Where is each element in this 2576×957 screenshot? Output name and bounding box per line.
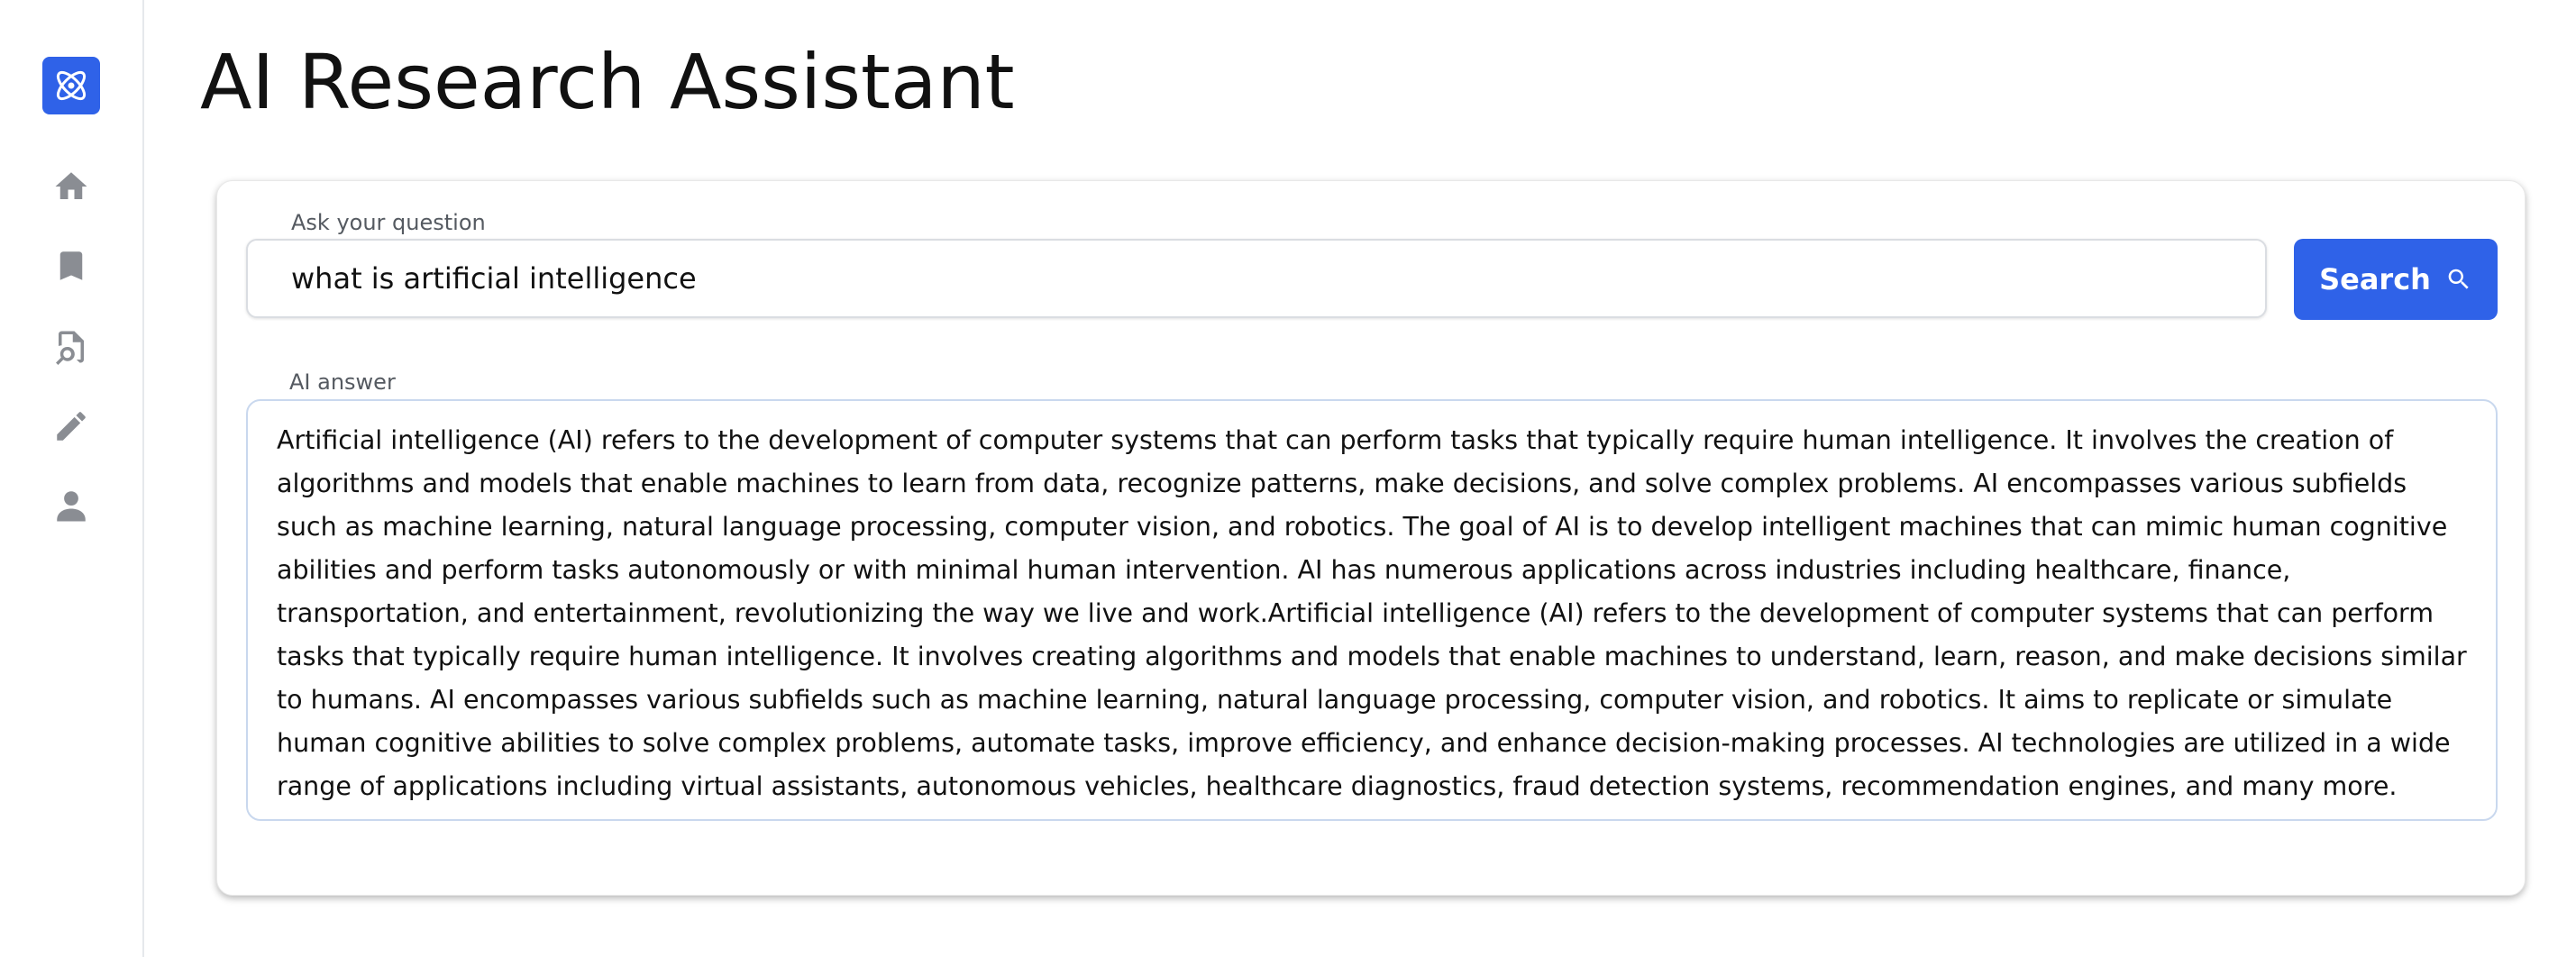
search-icon [2448,269,2469,289]
bookmark-icon [59,251,83,280]
qa-card: Ask your question Search AI answer Artif… [216,180,2526,896]
sidebar-item-profile[interactable] [52,487,90,524]
atom-icon [56,70,87,101]
document-search-icon [56,331,84,365]
search-button-label: Search [2319,262,2431,296]
question-input[interactable] [246,239,2267,318]
answer-text[interactable]: Artificial intelligence (AI) refers to t… [246,399,2498,821]
sidebar-item-edit[interactable] [52,407,90,445]
answer-label: AI answer [289,369,396,395]
sidebar-item-bookmarks[interactable] [52,247,90,285]
sidebar [0,0,144,957]
question-label: Ask your question [291,210,486,235]
sidebar-item-document-search[interactable] [52,328,90,366]
home-icon [55,172,87,199]
app-logo[interactable] [42,57,100,114]
pencil-icon [57,412,86,441]
page-title: AI Research Assistant [200,38,1015,126]
app-root: AI Research Assistant Ask your question … [0,0,2576,957]
sidebar-item-home[interactable] [52,168,90,205]
search-button[interactable]: Search [2294,239,2498,320]
user-icon [57,491,86,522]
